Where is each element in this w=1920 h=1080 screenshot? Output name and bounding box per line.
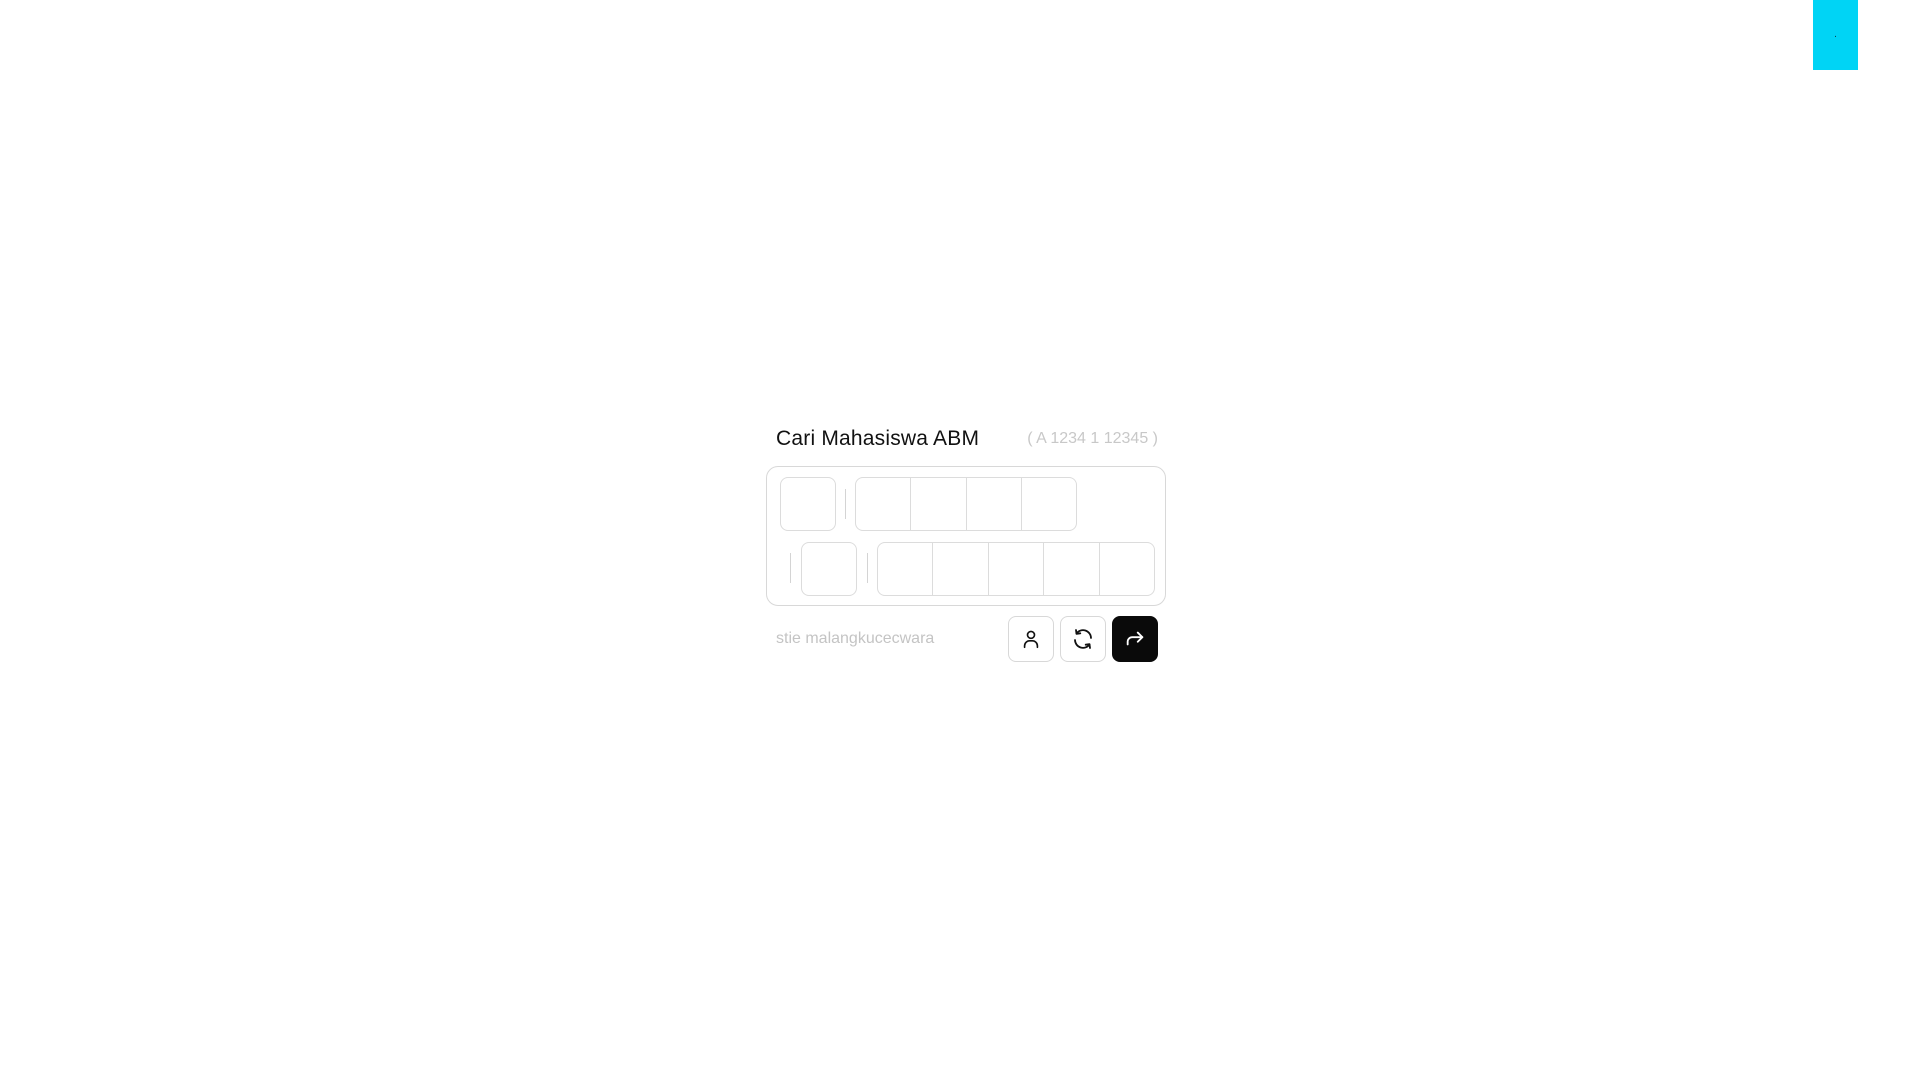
id-number-cell[interactable] (1044, 543, 1100, 595)
page-title: Cari Mahasiswa ABM (776, 427, 980, 450)
submit-button[interactable] (1112, 616, 1158, 662)
separator (790, 553, 791, 583)
id-number-cell-group (877, 542, 1155, 596)
corner-tab[interactable]: . (1813, 0, 1858, 70)
arrow-forward-icon (1126, 631, 1144, 646)
institution-text: stie malangkucecwara (776, 630, 935, 647)
id-program-cell[interactable] (801, 542, 857, 596)
id-year-cell[interactable] (967, 478, 1022, 530)
profile-button[interactable] (1008, 616, 1054, 662)
action-buttons (1008, 616, 1158, 662)
refresh-icon (1074, 629, 1092, 649)
separator (867, 553, 868, 583)
title-row: Cari Mahasiswa ABM ( A 1234 1 12345 ) (766, 420, 1168, 458)
page: . Cari Mahasiswa ABM ( A 1234 1 12345 ) (0, 0, 1920, 1080)
id-number-cell[interactable] (989, 543, 1045, 595)
user-icon (1023, 630, 1039, 649)
id-year-cell[interactable] (911, 478, 967, 530)
id-number-cell[interactable] (933, 543, 989, 595)
id-year-cell[interactable] (1022, 478, 1076, 530)
id-year-cell-group (855, 477, 1077, 531)
student-search-widget: Cari Mahasiswa ABM ( A 1234 1 12345 ) st… (766, 420, 1168, 662)
separator (845, 489, 846, 519)
corner-tab-label: . (1834, 29, 1837, 40)
reset-button[interactable] (1060, 616, 1106, 662)
id-year-cell[interactable] (856, 478, 912, 530)
id-number-cell[interactable] (1100, 543, 1154, 595)
student-id-input-box (766, 466, 1166, 606)
id-number-cell[interactable] (878, 543, 934, 595)
id-prefix-cell[interactable] (780, 477, 836, 531)
bottom-row: stie malangkucecwara (766, 616, 1168, 662)
format-hint: ( A 1234 1 12345 ) (1027, 430, 1158, 447)
